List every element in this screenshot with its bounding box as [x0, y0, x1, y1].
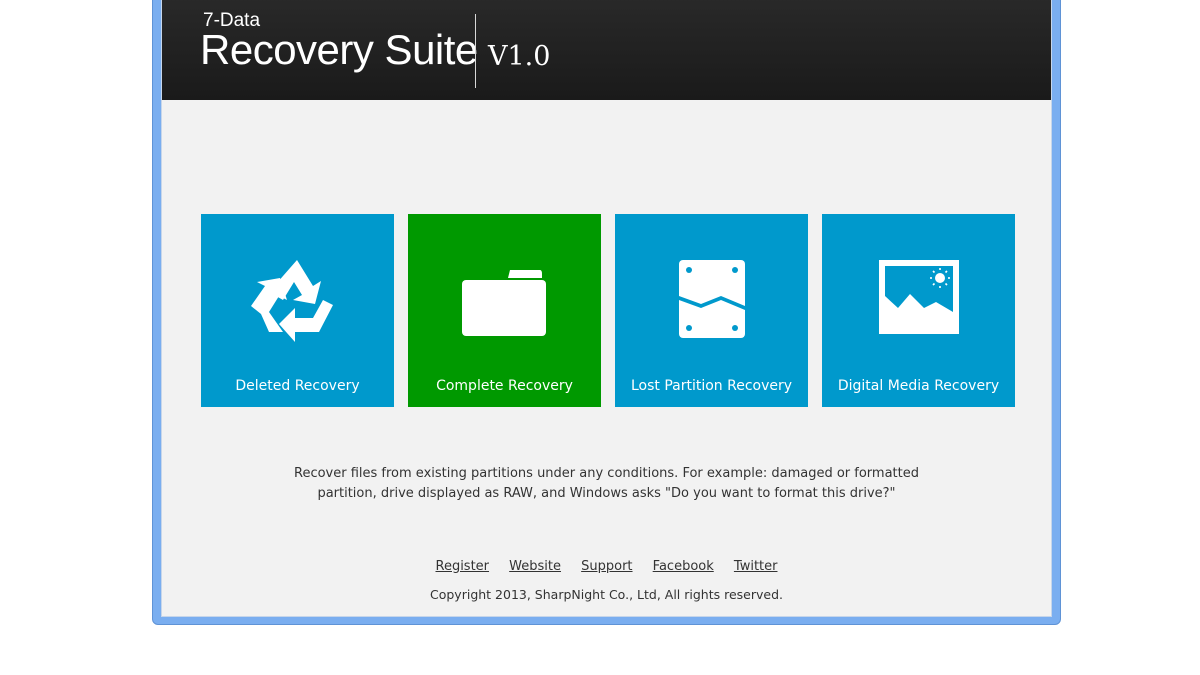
tile-label: Deleted Recovery — [235, 378, 360, 394]
recovery-mode-tiles: Deleted Recovery Complete Recovery Lost … — [201, 214, 1021, 407]
app-client-area: 7-Data Recovery Suite V1.0 Deleted Recov… — [161, 0, 1052, 617]
header-banner: 7-Data Recovery Suite V1.0 — [162, 0, 1051, 100]
tile-complete-recovery[interactable]: Complete Recovery — [408, 214, 601, 407]
twitter-link[interactable]: Twitter — [734, 559, 778, 574]
recycle-icon — [251, 260, 333, 342]
partition-icon — [679, 260, 745, 338]
register-link[interactable]: Register — [436, 559, 490, 574]
description-line: Recover files from existing partitions u… — [294, 466, 919, 481]
tile-lost-partition-recovery[interactable]: Lost Partition Recovery — [615, 214, 808, 407]
brand-title: Recovery Suite — [200, 26, 478, 73]
footer-links: Register Website Support Facebook Twitte… — [162, 559, 1051, 574]
support-link[interactable]: Support — [581, 559, 632, 574]
version-label: V1.0 — [488, 41, 551, 72]
tile-deleted-recovery[interactable]: Deleted Recovery — [201, 214, 394, 407]
folder-icon — [462, 270, 546, 336]
mode-description: Recover files from existing partitions u… — [162, 464, 1051, 504]
tile-label: Lost Partition Recovery — [630, 378, 793, 394]
facebook-link[interactable]: Facebook — [653, 559, 714, 574]
brand-divider — [475, 14, 476, 88]
website-link[interactable]: Website — [509, 559, 561, 574]
tile-label: Digital Media Recovery — [837, 378, 1000, 394]
picture-icon — [879, 260, 959, 334]
tile-label: Complete Recovery — [436, 378, 573, 394]
description-line: partition, drive displayed as RAW, and W… — [317, 486, 896, 501]
tile-digital-media-recovery[interactable]: Digital Media Recovery — [822, 214, 1015, 407]
app-window: 7-Data Recovery Suite V1.0 Deleted Recov… — [152, 0, 1061, 625]
copyright-text: Copyright 2013, SharpNight Co., Ltd, All… — [430, 587, 783, 602]
